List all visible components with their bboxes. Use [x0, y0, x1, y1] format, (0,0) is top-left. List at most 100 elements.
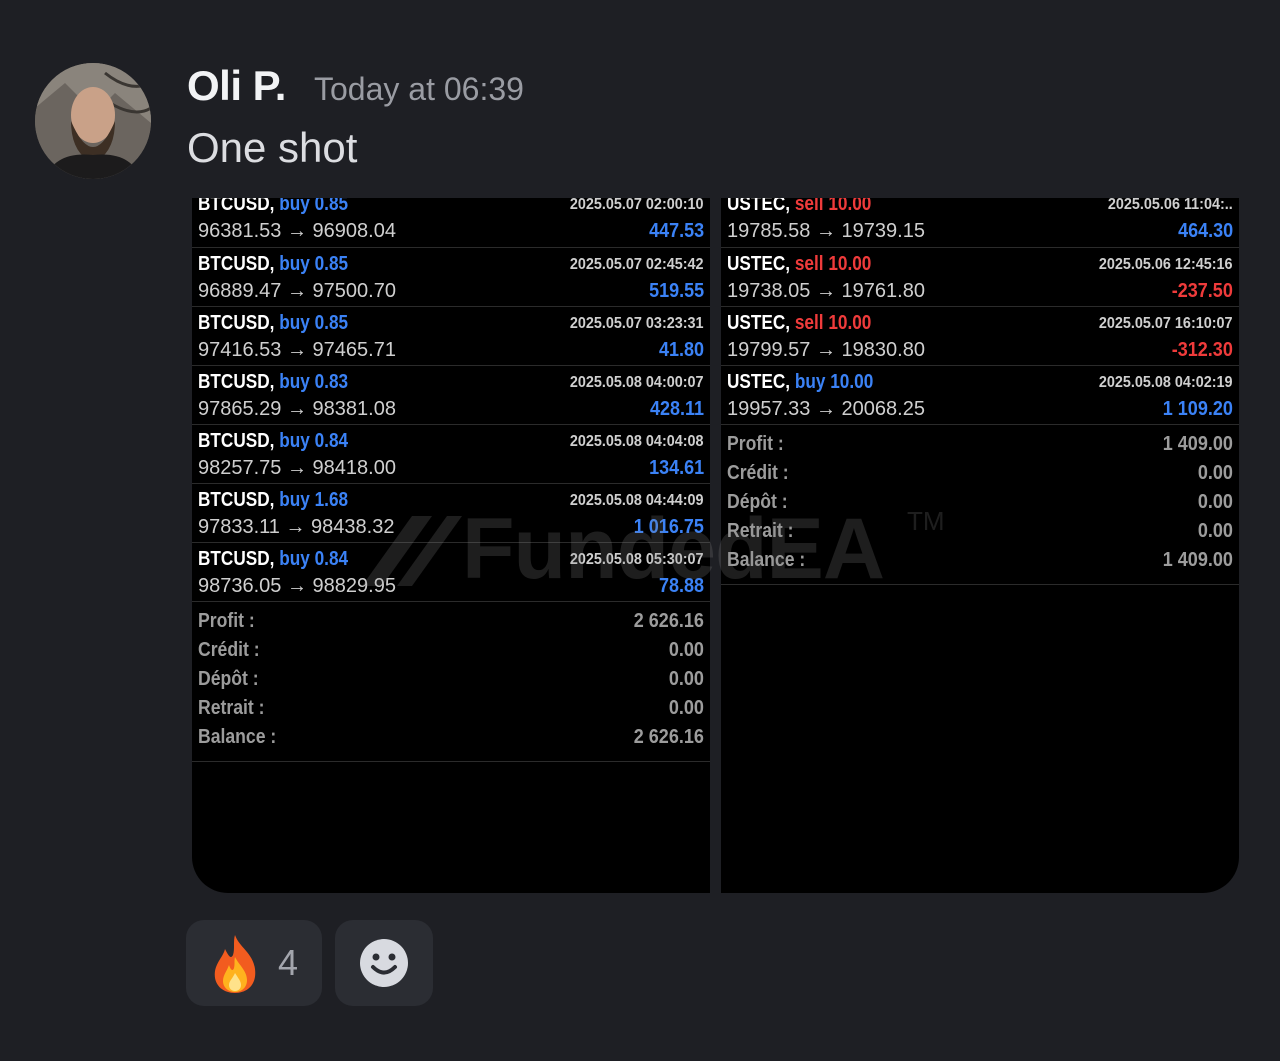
trade-side: buy — [279, 489, 310, 511]
message-timestamp: Today at 06:39 — [314, 71, 524, 107]
summary-label: Dépôt : — [727, 491, 788, 513]
trade-profit: 78.88 — [658, 575, 704, 597]
trade-symbol: USTEC, buy 10.00 — [727, 371, 873, 394]
trade-profit: 41.80 — [658, 339, 704, 361]
trade-symbol: BTCUSD, buy 0.84 — [198, 430, 348, 453]
add-reaction-button[interactable] — [335, 920, 433, 1006]
message-author[interactable]: Oli P. — [187, 62, 286, 110]
symbol-name: USTEC, — [727, 253, 791, 275]
summary-row: Balance : 1 409.00 — [721, 547, 1239, 576]
trade-side: buy — [279, 312, 310, 334]
summary-label: Retrait : — [727, 520, 794, 542]
summary-label: Retrait : — [198, 697, 265, 719]
symbol-name: BTCUSD, — [198, 253, 275, 275]
trade-date: 2025.05.08 05:30:07 — [570, 551, 704, 568]
summary-label: Balance : — [198, 726, 277, 748]
summary-row: Crédit : 0.00 — [192, 637, 710, 666]
image-attachment[interactable]: BTCUSD, buy 0.85 2025.05.07 02:00:10 96381… — [192, 198, 1239, 893]
symbol-name: BTCUSD, — [198, 430, 275, 452]
trade-symbol: BTCUSD, buy 0.84 — [198, 548, 348, 571]
trade-volume: 1.68 — [314, 489, 349, 511]
trade-symbol: BTCUSD, buy 0.83 — [198, 371, 348, 394]
trade-prices: 98736.05 → 98829.95 — [198, 575, 396, 597]
trade-row: USTEC, sell 10.00 2025.05.07 16:10:07 1979… — [721, 307, 1239, 366]
summary-row: Dépôt : 0.00 — [192, 666, 710, 695]
symbol-name: BTCUSD, — [198, 548, 275, 570]
trade-row: BTCUSD, buy 0.84 2025.05.08 04:04:08 98257… — [192, 425, 710, 484]
trade-prices: 19785.58 → 19739.15 — [727, 220, 925, 242]
trade-date: 2025.05.07 02:00:10 — [570, 198, 704, 213]
summary-value: 2 626.16 — [633, 610, 704, 632]
trade-history-panel-right: USTEC, sell 10.00 2025.05.06 11:04:.. 1978… — [721, 198, 1239, 893]
summary-label: Profit : — [198, 610, 255, 632]
trade-prices: 19799.57 → 19830.80 — [727, 339, 925, 361]
trade-side: buy — [279, 198, 310, 215]
summary-value: 0.00 — [1197, 462, 1233, 484]
trade-prices: 96889.47 → 97500.70 — [198, 280, 396, 302]
summary-value: 1 409.00 — [1162, 433, 1233, 455]
summary-value: 2 626.16 — [633, 726, 704, 748]
trade-profit: 464.30 — [1177, 220, 1233, 242]
reaction-count: 4 — [278, 942, 299, 983]
trade-volume: 0.85 — [314, 312, 349, 334]
trade-profit: 428.11 — [649, 398, 704, 420]
trade-profit: 1 016.75 — [633, 516, 704, 538]
trade-volume: 0.84 — [314, 430, 349, 452]
trade-volume: 10.00 — [830, 371, 874, 393]
summary-value: 1 409.00 — [1162, 549, 1233, 571]
trade-profit: 447.53 — [648, 220, 704, 242]
trade-side: buy — [279, 548, 310, 570]
summary-row: Profit : 1 409.00 — [721, 431, 1239, 460]
summary-row: Profit : 2 626.16 — [192, 608, 710, 637]
trade-volume: 10.00 — [828, 198, 872, 215]
trade-prices: 19957.33 → 20068.25 — [727, 398, 925, 420]
summary-value: 0.00 — [668, 668, 704, 690]
summary-row: Balance : 2 626.16 — [192, 724, 710, 753]
trade-profit: 519.55 — [648, 280, 704, 302]
trade-symbol: BTCUSD, buy 0.85 — [198, 198, 348, 216]
trade-profit: 1 109.20 — [1162, 398, 1233, 420]
trade-prices: 19738.05 → 19761.80 — [727, 280, 925, 302]
trade-symbol: BTCUSD, buy 0.85 — [198, 253, 348, 276]
summary-row: Crédit : 0.00 — [721, 460, 1239, 489]
summary-label: Crédit : — [727, 462, 789, 484]
trade-date: 2025.05.06 12:45:16 — [1099, 256, 1233, 273]
avatar-photo — [35, 63, 151, 179]
summary-value: 0.00 — [1197, 520, 1233, 542]
reaction-fire[interactable]: 4 — [186, 920, 322, 1006]
summary-row: Retrait : 0.00 — [721, 518, 1239, 547]
trade-prices: 97833.11 → 98438.32 — [198, 516, 395, 538]
trade-date: 2025.05.07 16:10:07 — [1099, 315, 1233, 332]
symbol-name: BTCUSD, — [198, 312, 275, 334]
trade-symbol: USTEC, sell 10.00 — [727, 198, 871, 216]
trade-profit: -237.50 — [1171, 280, 1233, 302]
account-summary: Profit : 2 626.16 Crédit :0.00 Dépôt : 0.00 R… — [192, 602, 710, 762]
trade-symbol: BTCUSD, buy 0.85 — [198, 312, 348, 335]
trade-side: buy — [279, 253, 310, 275]
trade-volume: 0.85 — [314, 253, 349, 275]
symbol-name: USTEC, — [727, 312, 791, 334]
trade-row: BTCUSD, buy 0.84 2025.05.08 05:30:07 98736… — [192, 543, 710, 602]
trade-profit: -312.30 — [1171, 339, 1233, 361]
trade-volume: 0.84 — [314, 548, 349, 570]
summary-row: Retrait : 0.00 — [192, 695, 710, 724]
avatar[interactable] — [35, 63, 151, 179]
trade-volume: 10.00 — [828, 253, 872, 275]
symbol-name: USTEC, — [727, 371, 791, 393]
trade-row: USTEC, sell 10.00 2025.05.06 11:04:.. 1978… — [721, 198, 1239, 248]
trade-row: BTCUSD, buy 0.85 2025.05.07 02:45:42 96889… — [192, 248, 710, 307]
symbol-name: BTCUSD, — [198, 198, 275, 215]
trade-row: BTCUSD, buy 1.68 2025.05.08 04:44:09 97833… — [192, 484, 710, 543]
summary-label: Profit : — [727, 433, 784, 455]
trade-date: 2025.05.08 04:00:07 — [570, 374, 704, 391]
trade-date: 2025.05.08 04:02:19 — [1099, 374, 1233, 391]
trade-side: sell — [794, 198, 824, 215]
trade-side: buy — [794, 371, 826, 393]
trade-row: USTEC, sell 10.00 2025.05.06 12:45:16 1973… — [721, 248, 1239, 307]
trade-row: BTCUSD, buy 0.85 2025.05.07 02:00:10 96381… — [192, 198, 710, 248]
trade-row: BTCUSD, buy 0.83 2025.05.08 04:00:07 97865… — [192, 366, 710, 425]
symbol-name: USTEC, — [727, 198, 791, 215]
summary-label: Dépôt : — [198, 668, 259, 690]
trade-date: 2025.05.06 11:04:.. — [1108, 198, 1233, 213]
message-text: One shot — [187, 124, 358, 171]
